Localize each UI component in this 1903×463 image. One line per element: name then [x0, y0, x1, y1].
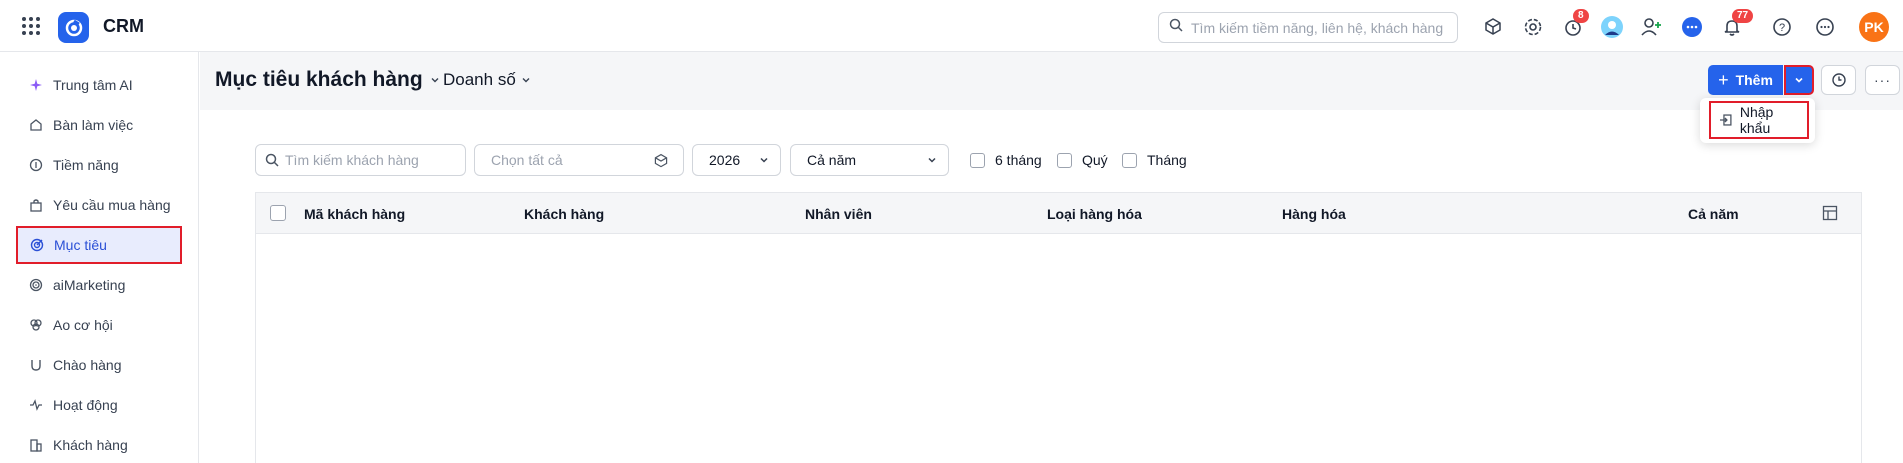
- building-icon: [28, 437, 44, 453]
- sidebar-item-customers[interactable]: Khách hàng: [17, 427, 181, 462]
- sidebar-item-label: Yêu cầu mua hàng: [53, 196, 171, 213]
- package-search-icon[interactable]: [1481, 15, 1505, 39]
- clock-icon: [1831, 73, 1846, 87]
- month-checkbox[interactable]: Tháng: [1122, 152, 1187, 168]
- checkbox-label: Tháng: [1147, 152, 1187, 168]
- top-bar: CRM 8 77 ? PK: [0, 0, 1903, 52]
- more-actions-button[interactable]: ···: [1865, 65, 1900, 95]
- app-title: CRM: [103, 16, 144, 36]
- settings-icon[interactable]: [1521, 15, 1545, 39]
- package-search-icon: [654, 153, 668, 168]
- home-icon: [28, 117, 44, 133]
- chevron-down-icon: [1795, 77, 1803, 83]
- history-button[interactable]: [1821, 65, 1856, 95]
- column-header[interactable]: Hàng hóa: [1282, 206, 1346, 222]
- customer-search-input[interactable]: [285, 152, 465, 168]
- sidebar-item-label: Tiềm năng: [53, 156, 119, 173]
- bag-icon: [28, 197, 44, 213]
- sidebar-item-opportunity-pool[interactable]: Ao cơ hội: [17, 307, 181, 342]
- search-icon: [265, 153, 279, 167]
- sparkle-icon: [28, 77, 44, 93]
- apps-grid-icon[interactable]: [22, 17, 40, 35]
- add-dropdown-menu: Nhập khẩu: [1700, 98, 1815, 143]
- quarter-checkbox[interactable]: Quý: [1057, 152, 1108, 168]
- activity-icon: [28, 397, 44, 413]
- svg-text:?: ?: [1779, 22, 1785, 34]
- import-icon: [1719, 114, 1732, 126]
- column-header[interactable]: Khách hàng: [524, 206, 604, 222]
- user-profile-icon[interactable]: [1600, 15, 1624, 39]
- plus-icon: +: [1718, 69, 1729, 90]
- sidebar-item-purchase-requests[interactable]: Yêu cầu mua hàng: [17, 187, 181, 222]
- user-avatar[interactable]: PK: [1859, 12, 1889, 42]
- sidebar-item-label: Ao cơ hội: [53, 316, 113, 333]
- more-horizontal-icon: ···: [1874, 72, 1891, 88]
- sidebar-item-leads[interactable]: Tiềm năng: [17, 147, 181, 182]
- import-label: Nhập khẩu: [1739, 104, 1774, 136]
- global-search-input[interactable]: [1191, 19, 1451, 36]
- select-all-picker[interactable]: [474, 144, 684, 176]
- more-icon[interactable]: [1813, 15, 1837, 39]
- column-header[interactable]: Mã khách hàng: [304, 206, 405, 222]
- sidebar-item-aimarketing[interactable]: aiMarketing: [17, 267, 181, 302]
- checkbox-label: 6 tháng: [995, 152, 1042, 168]
- chevron-down-icon: [928, 157, 936, 163]
- bell-icon[interactable]: 77: [1720, 9, 1754, 39]
- sidebar-item-label: Bàn làm việc: [53, 116, 134, 133]
- six-months-checkbox[interactable]: 6 tháng: [970, 152, 1042, 168]
- chat-icon[interactable]: [1680, 15, 1704, 39]
- global-search[interactable]: [1158, 12, 1458, 43]
- chevron-down-icon: [431, 78, 439, 83]
- sidebar-item-label: Trung tâm AI: [53, 76, 133, 93]
- add-button[interactable]: + Thêm: [1708, 65, 1783, 95]
- customer-search[interactable]: [255, 144, 466, 176]
- radar-icon: [28, 277, 44, 293]
- column-header[interactable]: Cả năm: [1688, 206, 1739, 222]
- chevron-down-icon: [522, 78, 530, 83]
- sidebar-item-targets[interactable]: Mục tiêu: [16, 226, 182, 264]
- sidebar-item-workspace[interactable]: Bàn làm việc: [17, 107, 181, 142]
- checkbox-label: Quý: [1082, 152, 1108, 168]
- select-all-input[interactable]: [491, 152, 641, 168]
- coin-icon: [28, 157, 44, 173]
- magnet-icon: [28, 357, 44, 373]
- pool-icon: [28, 317, 44, 333]
- add-user-icon[interactable]: [1640, 15, 1664, 39]
- targets-table: Mã khách hàng Khách hàng Nhân viên Loại …: [255, 192, 1862, 463]
- search-icon: [1169, 18, 1183, 37]
- sidebar-item-label: Mục tiêu: [54, 237, 107, 253]
- select-all-rows-checkbox[interactable]: [270, 205, 286, 221]
- add-dropdown-toggle[interactable]: [1784, 65, 1814, 95]
- chevron-down-icon: [760, 157, 768, 163]
- sidebar-item-label: Hoạt động: [53, 396, 118, 413]
- page-title: Mục tiêu khách hàng: [215, 68, 423, 91]
- import-menu-item[interactable]: Nhập khẩu: [1709, 101, 1809, 139]
- subview-label: Doanh số: [443, 70, 516, 89]
- timer-badge: 8: [1573, 9, 1589, 23]
- column-header[interactable]: Nhân viên: [805, 206, 872, 222]
- crm-logo-icon: [58, 12, 89, 43]
- year-value: 2026: [709, 152, 741, 168]
- period-select[interactable]: Cả năm: [790, 144, 949, 176]
- sidebar-item-quotes[interactable]: Chào hàng: [17, 347, 181, 382]
- timer-icon[interactable]: 8: [1561, 9, 1589, 39]
- sidebar-item-ai-center[interactable]: Trung tâm AI: [17, 67, 181, 102]
- table-header: Mã khách hàng Khách hàng Nhân viên Loại …: [256, 193, 1861, 234]
- column-header[interactable]: Loại hàng hóa: [1047, 206, 1142, 222]
- notification-badge: 77: [1732, 9, 1754, 23]
- period-value: Cả năm: [807, 152, 857, 168]
- table-settings-icon[interactable]: [1822, 205, 1838, 226]
- add-button-label: Thêm: [1735, 72, 1773, 88]
- sidebar-item-activities[interactable]: Hoạt động: [17, 387, 181, 422]
- sidebar-item-label: aiMarketing: [53, 276, 126, 293]
- sidebar-item-label: Chào hàng: [53, 356, 122, 373]
- sidebar-item-label: Khách hàng: [53, 436, 128, 453]
- help-icon[interactable]: ?: [1770, 15, 1794, 39]
- subview-selector[interactable]: Doanh số: [430, 70, 531, 90]
- year-select[interactable]: 2026: [692, 144, 781, 176]
- target-icon: [29, 237, 45, 253]
